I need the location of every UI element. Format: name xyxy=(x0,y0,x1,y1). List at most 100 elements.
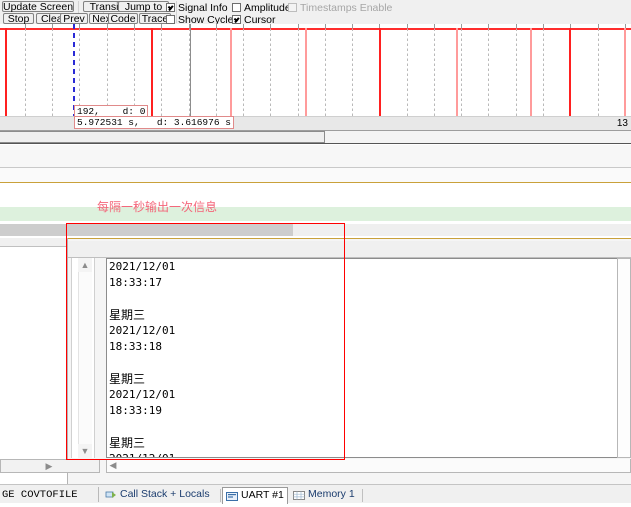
toolbar-button-update-screen[interactable]: Update Screen xyxy=(2,1,74,12)
gridline xyxy=(270,24,271,128)
tab-separator xyxy=(362,489,363,502)
checkbox-label: Signal Info xyxy=(178,2,228,14)
cursor-time-label: 5.972531 s, d: 3.616976 s xyxy=(74,116,234,129)
gridline xyxy=(407,24,408,128)
gray-cursor-line[interactable] xyxy=(190,24,191,130)
ruler-tick xyxy=(352,24,353,28)
gridline xyxy=(25,24,26,128)
scroll-down-arrow-icon[interactable]: ▼ xyxy=(78,444,92,458)
ruler-tick xyxy=(216,24,217,28)
bottom-tab-label: Call Stack + Locals xyxy=(120,488,210,500)
signal-pulse xyxy=(305,28,307,126)
gridline xyxy=(434,24,435,128)
ruler-tick xyxy=(407,24,408,28)
checkbox-label: Amplitude xyxy=(244,2,291,14)
time-ruler[interactable]: 5.972531 s, d: 3.616976 s 13 xyxy=(0,116,631,131)
debugger-window: Update Screen Stop Clear Transition Prev Next… xyxy=(0,0,631,504)
memory-icon xyxy=(293,490,305,501)
gridline xyxy=(52,24,53,128)
ruler-tick xyxy=(52,24,53,28)
gridline xyxy=(243,24,244,128)
ruler-tick xyxy=(298,24,299,28)
gridline xyxy=(598,24,599,128)
checkbox-box xyxy=(232,15,241,24)
bottom-tab-label: UART #1 xyxy=(241,489,284,501)
editor-filler-region-2 xyxy=(0,168,631,182)
terminal-line: 18:33:19 xyxy=(109,404,162,417)
ruler-tick xyxy=(461,24,462,28)
ruler-tick xyxy=(516,24,517,28)
left-tree-column xyxy=(0,238,68,484)
checkbox-box xyxy=(166,3,175,12)
ruler-tick xyxy=(161,24,162,28)
checkbox-box xyxy=(288,3,297,12)
terminal-vertical-scrollbar[interactable] xyxy=(617,258,631,458)
annotation-note: 每隔一秒输出一次信息 xyxy=(97,200,218,214)
bottom-tab-memory-1[interactable]: Memory 1 xyxy=(290,487,358,504)
ruler-right-value: 13 xyxy=(616,118,628,129)
left-column-header xyxy=(0,238,67,247)
ruler-tick xyxy=(488,24,489,28)
toolbar-button-prev[interactable]: Prev xyxy=(60,13,88,24)
checkbox-box xyxy=(166,15,175,24)
signal-pulse xyxy=(379,28,381,126)
uart-terminal-output[interactable]: 2021/12/01 18:33:17 星期三 2021/12/01 18:33:18… xyxy=(106,258,617,458)
terminal-line: 2021/12/01 xyxy=(109,388,176,401)
analyzer-toolbar: Update Screen Stop Clear Transition Prev Next… xyxy=(0,0,631,26)
ruler-tick xyxy=(325,24,326,28)
checkbox-label: Timestamps Enable xyxy=(300,2,393,14)
logic-analyzer-waveform[interactable]: 192, d: 0 xyxy=(0,24,631,130)
signal-pulse xyxy=(624,28,626,126)
uart-icon xyxy=(226,491,238,502)
gridline xyxy=(298,24,299,128)
ruler-tick xyxy=(25,24,26,28)
uart-panel-titlebar: UART #1 xyxy=(68,241,631,496)
signal-pulse xyxy=(569,28,571,126)
call-stack-icon xyxy=(105,490,117,501)
terminal-line: 2021/12/01 xyxy=(109,324,176,337)
toolbar-button-code[interactable]: Code xyxy=(108,13,138,24)
bottom-tab-call-stack-locals[interactable]: Call Stack + Locals xyxy=(102,487,220,504)
toolbar-button-stop[interactable]: Stop xyxy=(3,13,34,24)
bottom-tab-uart-1[interactable]: UART #1 xyxy=(222,487,288,504)
ruler-tick xyxy=(79,24,80,28)
terminal-line: 2021/12/01 xyxy=(109,260,176,273)
ruler-tick xyxy=(270,24,271,28)
ruler-tick xyxy=(434,24,435,28)
gridline xyxy=(216,24,217,128)
gridline xyxy=(543,24,544,128)
terminal-line: 2021/12/01 xyxy=(107,451,617,457)
checkbox-box xyxy=(232,3,241,12)
left-column-horizontal-scrollbar[interactable]: ▶ xyxy=(0,459,100,473)
scroll-right-arrow-icon[interactable]: ▶ xyxy=(43,459,55,472)
ruler-tick xyxy=(243,24,244,28)
waveform-horizontal-scrollbar[interactable] xyxy=(0,130,631,144)
scroll-up-arrow-icon[interactable]: ▲ xyxy=(78,258,92,272)
bottom-tab-label: Memory 1 xyxy=(308,488,355,500)
checkbox-signal-info[interactable]: Signal Info xyxy=(166,3,228,14)
scrollbar-thumb[interactable] xyxy=(0,131,325,143)
signal-pulse xyxy=(5,28,7,126)
signal-pulse xyxy=(456,28,458,126)
checkbox-amplitude[interactable]: Amplitude xyxy=(232,3,291,14)
terminal-line: 星期三 xyxy=(109,308,146,322)
gridline xyxy=(516,24,517,128)
signal-pulse xyxy=(151,28,153,126)
gridline xyxy=(488,24,489,128)
toolbar-button-jump-to[interactable]: Jump to xyxy=(118,1,169,12)
ruler-tick xyxy=(598,24,599,28)
scroll-left-arrow-icon[interactable]: ◀ xyxy=(107,458,119,471)
editor-filler-region xyxy=(0,145,631,167)
ruler-tick xyxy=(134,24,135,28)
terminal-horizontal-scrollbar[interactable]: ◀ xyxy=(106,459,631,473)
tree-vertical-scrollbar[interactable] xyxy=(78,258,92,458)
panel-scroll-thumb[interactable] xyxy=(0,224,293,236)
status-separator xyxy=(98,487,99,502)
signal-pulse xyxy=(230,28,232,126)
dock-top-divider xyxy=(0,238,631,239)
gridline xyxy=(461,24,462,128)
gridline xyxy=(161,24,162,128)
